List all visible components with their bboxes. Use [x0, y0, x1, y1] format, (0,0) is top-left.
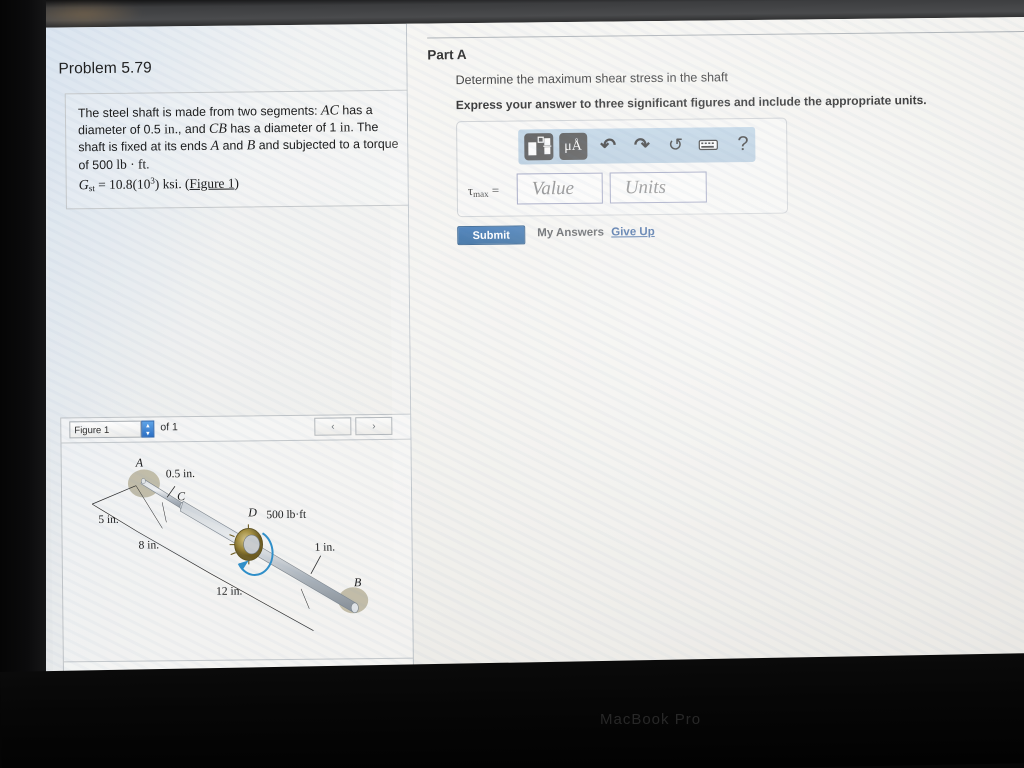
- figure-1-link[interactable]: Figure 1: [189, 175, 234, 190]
- submit-button[interactable]: Submit: [457, 225, 526, 246]
- figure-dim-5in: 5 in.: [98, 514, 119, 526]
- figure-panel: Figure 1 ▴ ▾ of 1 ‹ › A B C D 0.5 in. 1 …: [60, 413, 416, 688]
- figure-count-label: of 1: [160, 421, 178, 434]
- problem-column: Problem 5.79 The steel shaft is made fro…: [45, 23, 418, 716]
- statement-line3-part4: .: [146, 157, 150, 172]
- statement-unit-lbft: lb · ft: [116, 156, 147, 172]
- figure-select-dropdown[interactable]: Figure 1: [69, 420, 142, 439]
- laptop-brand-logo: MacBook Pro: [600, 711, 702, 728]
- answer-input-row: τmax =: [468, 171, 778, 208]
- statement-ksi-tail: ) ksi. (: [154, 175, 190, 192]
- statement-unit-in-1: in.: [164, 121, 179, 137]
- statement-var-CB: CB: [208, 121, 227, 138]
- part-a-instruction: Express your answer to three significant…: [455, 93, 927, 113]
- figure-label-C: C: [177, 489, 186, 503]
- units-micro-angstrom-icon[interactable]: μÅ: [559, 132, 588, 161]
- my-answers-link[interactable]: My Answers: [537, 227, 604, 240]
- statement-line2-part2: , and: [177, 122, 210, 137]
- figure-label-D: D: [247, 505, 257, 519]
- figure-prev-button[interactable]: ‹: [314, 417, 352, 436]
- tau-equals: =: [488, 182, 500, 198]
- help-glyph: ?: [737, 132, 749, 156]
- redo-icon[interactable]: ↷: [629, 131, 654, 161]
- value-input[interactable]: [516, 172, 603, 205]
- laptop-bezel-bottom: [0, 651, 1024, 768]
- shaft-diagram: A B C D 0.5 in. 1 in. 500 lb·ft 5 in. 8 …: [91, 456, 369, 632]
- statement-var-G: G: [78, 177, 89, 194]
- gear-at-D: [229, 524, 264, 565]
- screen-surface: Problem 5.79 The steel shaft is made fro…: [8, 16, 1024, 716]
- statement-line2-part3: has a diameter of 1: [226, 120, 340, 136]
- statement-var-B: B: [246, 138, 256, 154]
- figure-toolbar: Figure 1 ▴ ▾ of 1 ‹ ›: [61, 414, 412, 444]
- figure-dim-diameter-small: 0.5 in.: [166, 468, 195, 480]
- figure-dim-8in: 8 in.: [139, 539, 160, 551]
- photo-of-laptop-screen: Problem 5.79 The steel shaft is made fro…: [0, 0, 1024, 768]
- units-icon-label: μÅ: [564, 138, 582, 154]
- redo-glyph: ↷: [633, 135, 650, 157]
- reset-icon[interactable]: ↺: [663, 130, 688, 160]
- reset-glyph: ↺: [667, 134, 684, 155]
- statement-unit-in-2: in: [339, 119, 351, 135]
- statement-shear-modulus-value: = 10.8(10: [94, 176, 151, 192]
- template-matrix-icon[interactable]: [524, 133, 554, 161]
- section-divider: [427, 30, 1024, 39]
- tau-subscript: max: [473, 188, 489, 199]
- undo-glyph: ↶: [600, 135, 617, 157]
- give-up-link[interactable]: Give Up: [611, 226, 655, 238]
- problem-statement-box: The steel shaft is made from two segment…: [64, 89, 418, 210]
- stepper-up-icon: ▴: [146, 422, 150, 430]
- part-a-question: Determine the maximum shear stress in th…: [455, 70, 728, 88]
- statement-close-paren: ): [234, 175, 240, 191]
- problem-statement-text: The steel shaft is made from two segment…: [78, 102, 405, 197]
- undo-icon[interactable]: ↶: [596, 131, 621, 161]
- statement-line2-part1: of 0.5: [129, 122, 165, 137]
- keyboard-icon[interactable]: [697, 130, 722, 160]
- stepper-down-icon: ▾: [146, 430, 150, 438]
- figure-dim-diameter-large: 1 in.: [315, 541, 336, 553]
- figure-label-B: B: [354, 575, 362, 589]
- part-a-heading: Part A: [427, 47, 467, 63]
- figure-next-button[interactable]: ›: [355, 416, 393, 436]
- figure-dim-12in: 12 in.: [216, 585, 242, 597]
- units-input[interactable]: [609, 171, 707, 204]
- statement-line3-part1: its ends: [164, 139, 211, 154]
- statement-line1-part1: The steel shaft is made from two segment…: [77, 103, 322, 121]
- laptop-bezel-left: [0, 0, 46, 768]
- statement-var-A: A: [210, 139, 220, 155]
- part-a-column: Part A Determine the maximum shear stres…: [406, 16, 1024, 712]
- help-icon[interactable]: ?: [730, 129, 755, 159]
- figure-stepper-arrows[interactable]: ▴ ▾: [141, 420, 155, 438]
- statement-var-AC: AC: [320, 103, 339, 119]
- figure-image-area: A B C D 0.5 in. 1 in. 500 lb·ft 5 in. 8 …: [61, 440, 413, 663]
- answer-card: μÅ ↶ ↷ ↺ ? τmax = Value Units: [456, 117, 789, 218]
- figure-torque-label: 500 lb·ft: [266, 509, 307, 521]
- page-title: Problem 5.79: [58, 59, 152, 78]
- statement-line3-part2: and: [219, 138, 247, 154]
- answer-toolbar: μÅ ↶ ↷ ↺ ?: [518, 126, 756, 165]
- figure-label-A: A: [135, 456, 144, 470]
- tau-max-label: τmax =: [468, 183, 499, 199]
